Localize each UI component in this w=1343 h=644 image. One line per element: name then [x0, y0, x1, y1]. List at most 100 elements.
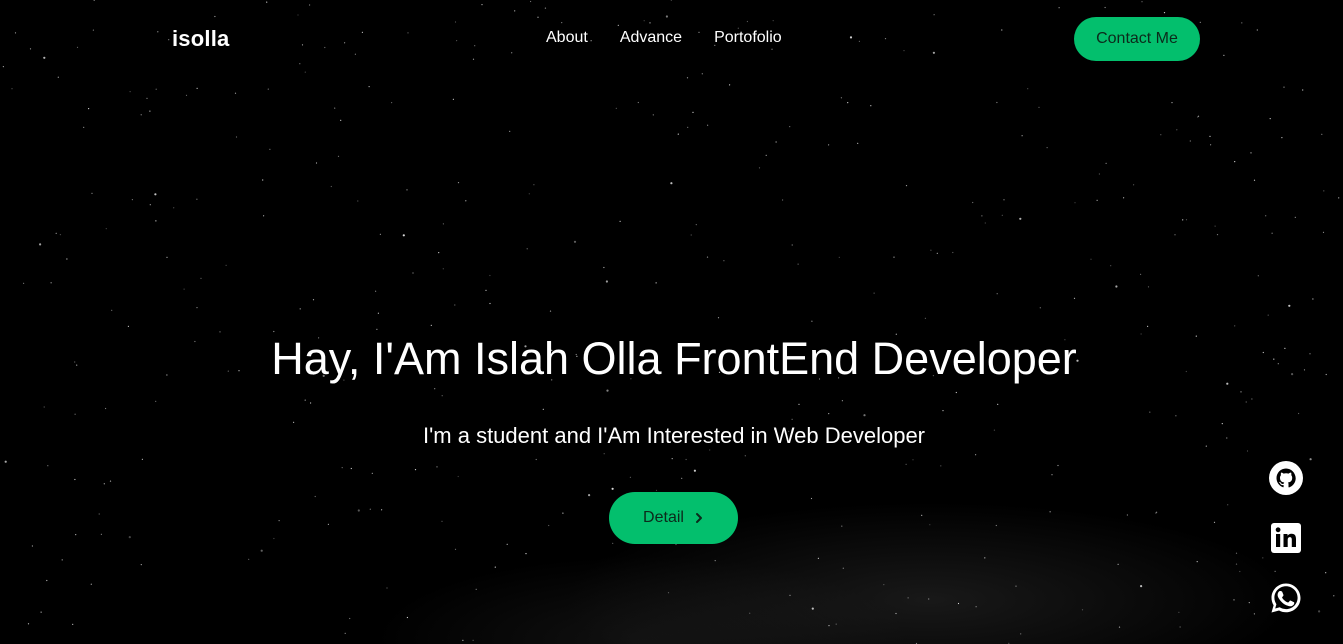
star — [1057, 464, 1059, 467]
star — [1269, 118, 1271, 120]
nav-link-advance[interactable]: Advance — [620, 29, 682, 47]
star — [173, 207, 175, 209]
star — [687, 126, 689, 128]
star — [146, 97, 148, 99]
star — [1298, 412, 1300, 415]
star — [1196, 561, 1198, 563]
star — [1110, 265, 1112, 267]
star — [454, 548, 457, 550]
star — [940, 465, 942, 467]
star — [1049, 511, 1051, 513]
star — [847, 102, 849, 104]
star — [131, 199, 133, 201]
star — [1096, 199, 1098, 201]
star — [330, 185, 332, 188]
whatsapp-icon[interactable] — [1268, 580, 1304, 616]
star — [337, 155, 340, 157]
star — [828, 144, 830, 146]
star — [149, 110, 151, 112]
star — [457, 182, 460, 184]
star — [936, 252, 938, 254]
star — [31, 545, 33, 547]
star — [707, 124, 709, 126]
star — [1253, 179, 1256, 181]
star — [196, 87, 198, 89]
star — [1274, 570, 1276, 573]
star — [984, 557, 986, 559]
star — [1227, 504, 1229, 506]
star — [709, 449, 711, 451]
star — [248, 558, 250, 561]
star — [873, 292, 875, 294]
star — [260, 549, 263, 552]
star — [1322, 231, 1325, 233]
star — [797, 263, 799, 265]
star — [1302, 89, 1304, 91]
star — [1126, 514, 1128, 516]
star — [1140, 585, 1143, 588]
star — [670, 182, 673, 185]
star — [615, 107, 617, 109]
star — [452, 98, 454, 100]
star — [782, 199, 784, 201]
star — [685, 458, 687, 461]
star — [955, 391, 957, 394]
star — [791, 244, 793, 246]
star — [43, 406, 45, 408]
star — [997, 403, 999, 405]
star — [1182, 219, 1184, 221]
star — [1147, 325, 1149, 327]
star — [235, 136, 238, 138]
star — [315, 162, 318, 164]
star — [840, 97, 843, 99]
star — [1253, 613, 1255, 615]
star — [1185, 219, 1188, 221]
star — [489, 302, 491, 305]
star — [1176, 129, 1178, 131]
star — [506, 543, 508, 545]
star — [1294, 216, 1296, 218]
star — [942, 410, 944, 412]
star — [952, 251, 954, 254]
star — [1020, 633, 1022, 635]
star — [105, 228, 107, 230]
detail-button[interactable]: Detail — [609, 492, 738, 544]
brand-logo[interactable]: isolla — [172, 26, 229, 52]
nav-link-about[interactable]: About — [546, 29, 588, 47]
nav-link-portofolio[interactable]: Portofolio — [714, 29, 782, 47]
star — [74, 478, 76, 481]
star — [652, 114, 654, 116]
contact-me-button[interactable]: Contact Me — [1074, 17, 1200, 61]
star — [984, 222, 986, 224]
star — [441, 395, 443, 397]
star — [357, 509, 360, 512]
star — [841, 400, 844, 402]
star — [66, 258, 68, 260]
portfolio-page: isolla About Advance Portofolio Contact … — [0, 0, 1343, 644]
star — [857, 142, 859, 144]
star — [588, 494, 591, 497]
star — [1160, 134, 1162, 136]
star — [1046, 147, 1048, 149]
star — [72, 623, 74, 626]
star — [1288, 304, 1291, 307]
star — [749, 612, 751, 614]
star — [196, 307, 198, 309]
github-icon[interactable] — [1268, 460, 1304, 496]
linkedin-icon[interactable] — [1268, 520, 1304, 556]
star — [262, 179, 264, 181]
star — [1147, 286, 1150, 288]
star — [1074, 202, 1076, 204]
hero-subtitle: I'm a student and I'Am Interested in Web… — [422, 423, 926, 448]
star — [619, 220, 621, 222]
star — [603, 266, 605, 269]
star — [690, 234, 692, 236]
star — [693, 469, 697, 472]
star — [526, 248, 528, 250]
star — [1019, 217, 1022, 220]
star — [893, 256, 895, 258]
star — [1338, 197, 1340, 199]
star — [441, 520, 443, 523]
star — [225, 264, 227, 266]
star — [98, 513, 100, 515]
